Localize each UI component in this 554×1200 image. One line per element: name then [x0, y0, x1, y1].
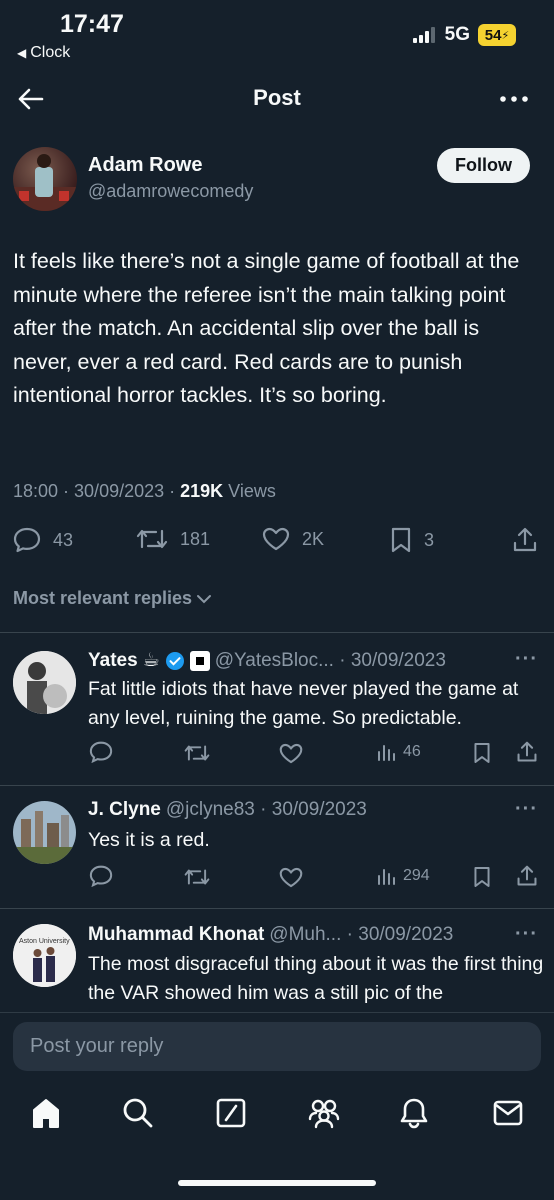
heart-icon[interactable] — [279, 743, 303, 764]
coffee-emoji: ☕ — [142, 650, 160, 671]
bookmark-count: 3 — [424, 529, 435, 550]
reply-item[interactable]: Aston University Muhammad Khonat @Muh...… — [0, 909, 554, 1019]
post-meta: 18:00 · 30/09/2023 · 219K Views — [13, 481, 276, 502]
post-text: It feels like there’s not a single game … — [13, 249, 520, 407]
home-indicator — [178, 1180, 376, 1186]
like-button[interactable]: 2K — [262, 527, 324, 551]
reply-handle-date: @jclyne83 · 30/09/2023 — [165, 799, 367, 820]
reply-avatar[interactable]: Aston University — [13, 924, 76, 987]
avatar-image — [13, 651, 76, 714]
views-label: Views — [223, 481, 276, 501]
reply-count: 43 — [53, 529, 74, 550]
status-indicators: 5G 54 ⚡ — [412, 24, 516, 46]
share-icon — [513, 527, 537, 552]
analytics-icon — [378, 745, 395, 761]
reply-header: Yates ☕ @YatesBloc... · 30/09/2023 — [88, 649, 446, 672]
reply-icon[interactable] — [89, 741, 113, 763]
avatar-caption: Aston University — [19, 938, 70, 945]
battery-level: 54 — [484, 26, 502, 44]
reply-more-icon[interactable]: ··· — [515, 923, 538, 946]
back-to-app[interactable]: ◀ Clock — [17, 44, 70, 62]
reply-author-name[interactable]: J. Clyne — [88, 799, 161, 821]
verified-badge-icon — [165, 651, 184, 670]
avatar-image — [13, 924, 76, 987]
reply-icon[interactable] — [89, 865, 113, 887]
reply-text: Fat little idiots that have never played… — [88, 678, 519, 729]
repost-count: 181 — [180, 528, 211, 549]
grok-icon[interactable] — [215, 1097, 247, 1129]
bookmark-button[interactable]: 3 — [390, 527, 434, 553]
reply-view-count: 294 — [403, 867, 430, 884]
reply-avatar[interactable] — [13, 651, 76, 714]
reply-view-count: 46 — [403, 743, 421, 760]
home-icon[interactable] — [31, 1097, 61, 1129]
affiliate-badge-icon — [189, 650, 210, 671]
reply-input[interactable]: Post your reply — [13, 1022, 541, 1071]
author-name[interactable]: Adam Rowe — [88, 154, 202, 177]
views-count: 219K — [180, 481, 224, 501]
bookmark-icon[interactable] — [473, 866, 491, 888]
status-time: 17:47 — [60, 10, 124, 38]
like-count: 2K — [302, 528, 325, 549]
notifications-icon[interactable] — [399, 1097, 429, 1129]
share-icon[interactable] — [516, 741, 538, 763]
page-title: Post — [253, 85, 301, 110]
analytics-icon — [378, 869, 395, 885]
reply-more-icon[interactable]: ··· — [515, 648, 538, 671]
reply-author-name[interactable]: Yates — [88, 650, 138, 672]
reply-handle-date: @YatesBloc... · 30/09/2023 — [214, 649, 446, 671]
replies-sort-label: Most relevant replies — [13, 588, 193, 608]
repost-button[interactable]: 181 — [136, 527, 210, 551]
network-label: 5G — [444, 24, 470, 45]
reply-icon — [13, 527, 41, 553]
repost-icon[interactable] — [184, 867, 210, 887]
follow-button[interactable]: Follow — [437, 148, 530, 183]
replies-sort-dropdown[interactable]: Most relevant replies — [13, 588, 212, 609]
reply-handle-date: @Muh... · 30/09/2023 — [269, 924, 454, 945]
repost-icon[interactable] — [184, 743, 210, 763]
communities-icon[interactable] — [307, 1097, 341, 1129]
reply-avatar[interactable] — [13, 801, 76, 864]
reply-text: Yes it is a red. — [88, 829, 210, 851]
reply-item[interactable]: Yates ☕ @YatesBloc... · 30/09/2023 ··· F… — [0, 633, 554, 785]
reply-button[interactable]: 43 — [13, 527, 73, 553]
repost-icon — [136, 529, 168, 549]
messages-icon[interactable] — [492, 1097, 524, 1129]
avatar-image — [13, 801, 76, 864]
heart-icon[interactable] — [279, 867, 303, 888]
bookmark-icon[interactable] — [473, 742, 491, 764]
search-icon[interactable] — [122, 1097, 154, 1129]
reply-input-placeholder: Post your reply — [30, 1035, 164, 1057]
author-avatar[interactable] — [13, 147, 77, 211]
more-options-icon[interactable] — [500, 96, 528, 102]
views-button[interactable]: 46 — [377, 742, 421, 762]
bookmark-icon — [391, 527, 411, 553]
reply-more-icon[interactable]: ··· — [515, 798, 538, 821]
back-app-label: Clock — [30, 44, 71, 61]
post-timestamp: 18:00 · 30/09/2023 · — [13, 481, 181, 501]
share-icon[interactable] — [516, 865, 538, 887]
battery-icon: 54 ⚡ — [478, 24, 516, 46]
avatar-image — [13, 154, 77, 211]
views-button[interactable]: 294 — [377, 866, 430, 886]
back-triangle-icon: ◀ — [17, 46, 27, 60]
chevron-down-icon — [197, 594, 212, 603]
heart-icon — [262, 527, 290, 551]
signal-icon — [412, 27, 435, 43]
reply-header: Muhammad Khonat @Muh... · 30/09/2023 — [88, 924, 453, 946]
reply-author-name[interactable]: Muhammad Khonat — [88, 924, 264, 946]
reply-item[interactable]: J. Clyne @jclyne83 · 30/09/2023 ··· Yes … — [0, 786, 554, 908]
author-handle[interactable]: @adamrowecomedy — [88, 181, 253, 202]
reply-header: J. Clyne @jclyne83 · 30/09/2023 — [88, 799, 367, 821]
reply-text: The most disgraceful thing about it was … — [88, 953, 544, 1004]
share-button[interactable] — [512, 527, 538, 553]
